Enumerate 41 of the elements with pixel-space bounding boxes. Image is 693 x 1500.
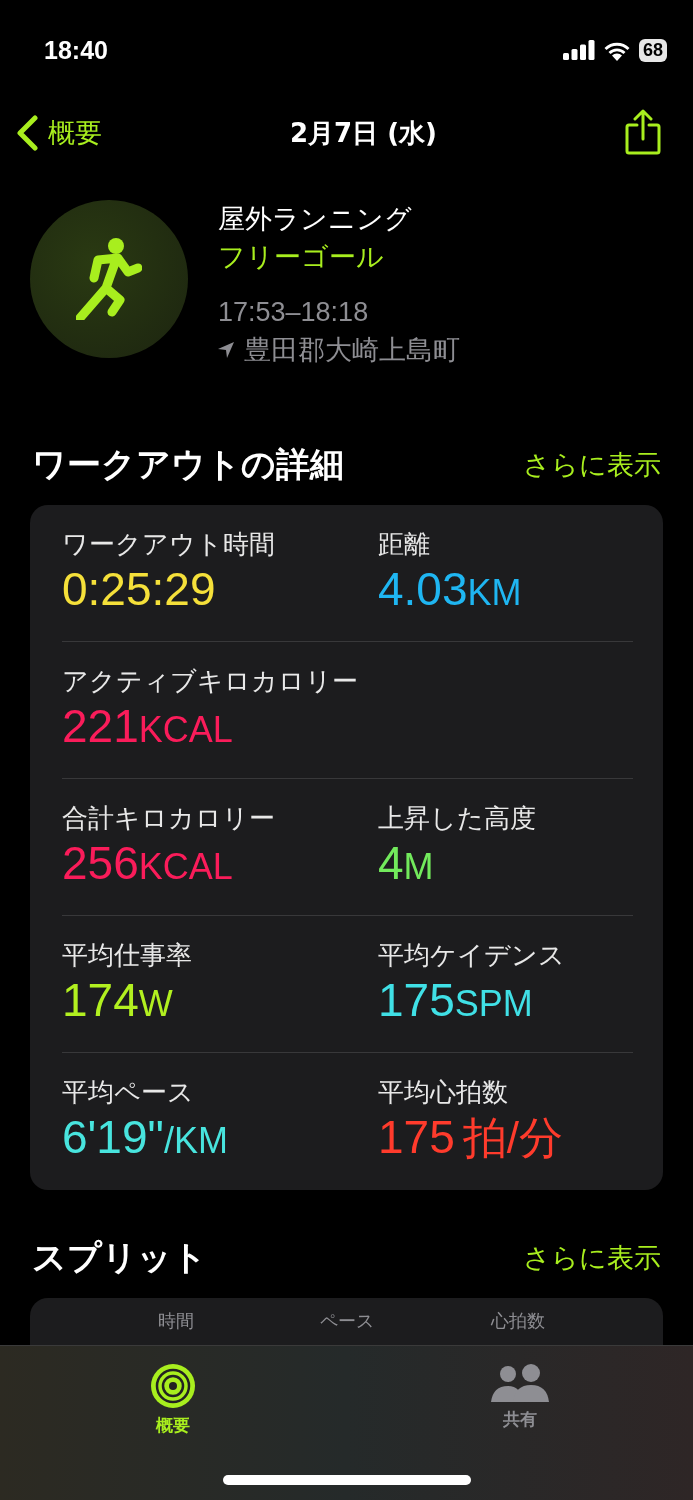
show-more-link[interactable]: さらに表示 — [523, 1240, 661, 1276]
metric-value: 0:25:29 — [62, 562, 217, 617]
metric-value: 174W — [62, 973, 174, 1028]
column-header: 時間 — [156, 1310, 195, 1332]
metric-label: 平均ケイデンス — [378, 939, 566, 972]
metric-label: ワークアウト時間 — [62, 528, 276, 561]
workout-location: 豊田郡大崎上島町 — [244, 333, 460, 367]
metric-label: 平均心拍数 — [378, 1076, 509, 1109]
metric-value: 4M — [378, 836, 435, 891]
metric-value: 4.03KM — [378, 562, 523, 617]
metric-value: 175SPM — [378, 973, 534, 1028]
people-icon — [490, 1364, 549, 1402]
section-title: スプリット — [32, 1236, 207, 1279]
status-time: 18:40 — [44, 35, 108, 65]
metric-label: 上昇した高度 — [378, 802, 537, 835]
workout-type: 屋外ランニング — [218, 202, 413, 236]
workout-goal: フリーゴール — [218, 240, 385, 274]
chevron-left-icon — [16, 115, 38, 151]
column-header: ペース — [318, 1310, 375, 1332]
metric-value: 221KCAL — [62, 699, 234, 754]
metric-label: 平均ペース — [62, 1076, 195, 1109]
show-more-link[interactable]: さらに表示 — [523, 447, 661, 483]
section-title: ワークアウトの詳細 — [32, 443, 344, 486]
metric-label: 合計キロカロリー — [62, 802, 276, 835]
rings-icon — [151, 1364, 196, 1408]
workout-time-range: 17:53–18:18 — [218, 296, 370, 329]
metric-value: 6'19"/KM — [62, 1110, 229, 1165]
back-button[interactable]: 概要 — [16, 115, 102, 151]
metric-label: 平均仕事率 — [62, 939, 193, 972]
tab[interactable]: 共有 — [346, 1346, 693, 1500]
location-arrow-icon — [218, 342, 234, 358]
column-header: 心拍数 — [489, 1310, 546, 1332]
share-button[interactable] — [625, 108, 661, 158]
nav-title: 2月7日 (水) — [290, 116, 437, 150]
metric-value: 256KCAL — [62, 836, 234, 891]
signal-icon — [562, 40, 595, 60]
battery-level: 68 — [638, 38, 667, 62]
metric-label: アクティブキロカロリー — [62, 665, 359, 698]
metric-value: 175 拍/分 — [378, 1110, 564, 1165]
metric-label: 距離 — [378, 528, 431, 561]
runner-icon — [76, 238, 142, 320]
